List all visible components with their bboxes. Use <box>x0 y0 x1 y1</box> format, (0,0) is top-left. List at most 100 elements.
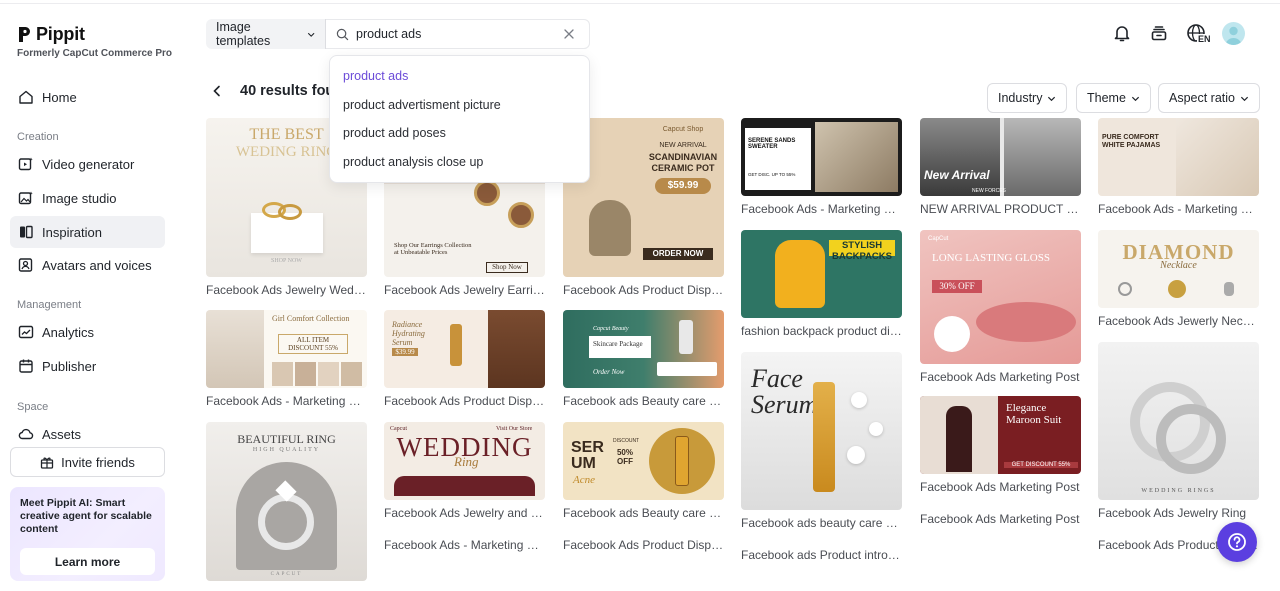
search-suggestions: product ads product advertisment picture… <box>329 55 590 183</box>
template-card[interactable]: CapCut LONG LASTING GLOSS 30% OFF Facebo… <box>920 230 1081 384</box>
search-category-select[interactable]: Image templates <box>206 19 326 49</box>
sidebar-item-label: Image studio <box>42 190 117 206</box>
template-caption: Facebook Ads Jewelry and Rings <box>384 506 545 520</box>
suggestion-item[interactable]: product advertisment picture <box>330 91 589 120</box>
template-caption: Facebook Ads Jewelry Ring <box>1098 506 1247 520</box>
layers-icon[interactable] <box>1149 23 1169 43</box>
language-switcher[interactable]: EN <box>1186 23 1212 47</box>
template-thumbnail: New Arrival NEW FORCES <box>920 118 1081 196</box>
calendar-icon <box>19 359 33 373</box>
brand-name: Pippit <box>36 24 85 44</box>
brand[interactable]: Pippit <box>17 24 85 45</box>
thumb-text: Capcut Beauty <box>593 326 629 332</box>
thumb-text: Acne <box>573 474 595 486</box>
earring-shape <box>474 180 500 206</box>
sidebar-item-assets[interactable]: Assets <box>10 418 165 450</box>
template-thumbnail: Face Serum <box>741 352 902 510</box>
template-caption: NEW ARRIVAL PRODUCT FASHION <box>920 202 1081 216</box>
home-icon <box>19 90 33 104</box>
template-thumbnail: CapCut LONG LASTING GLOSS 30% OFF <box>920 230 1081 364</box>
template-thumbnail: STYLISH BACKPACKS <box>741 230 902 318</box>
suggestion-item[interactable]: product add poses <box>330 119 589 148</box>
molecule-shape <box>847 446 865 464</box>
filter-aspect-ratio[interactable]: Aspect ratio <box>1158 83 1261 113</box>
necklace-shape <box>1224 282 1234 296</box>
sidebar-item-video-generator[interactable]: Video generator <box>10 148 165 180</box>
sidebar-item-avatars-voices[interactable]: Avatars and voices <box>10 249 165 281</box>
thumb-text: SERENE SANDS SWEATER <box>748 138 796 150</box>
thumb-text: New Arrival <box>924 168 990 182</box>
thumb-text: ALL ITEM DISCOUNT 55% <box>278 334 348 354</box>
invite-friends-label: Invite friends <box>61 454 135 470</box>
sidebar: Pippit Formerly CapCut Commerce Pro Home… <box>0 0 178 591</box>
earring-shape <box>508 202 534 228</box>
template-caption: Facebook ads Beauty care serum <box>563 506 724 520</box>
thumb-text: HIGH QUALITY <box>252 447 321 453</box>
thumb-text: GET DISCOUNT 55% <box>1004 462 1078 468</box>
sidebar-item-label: Video generator <box>42 156 135 172</box>
sidebar-item-home[interactable]: Home <box>10 81 165 113</box>
avatar[interactable] <box>1222 22 1245 45</box>
thumb-text: BEAUTIFUL RING <box>237 432 336 446</box>
sidebar-item-label: Analytics <box>42 324 95 340</box>
search-input[interactable] <box>356 27 556 41</box>
thumb-text: 30% OFF <box>932 280 982 293</box>
template-thumbnail: DIAMOND Necklace <box>1098 230 1259 308</box>
template-card[interactable]: Capcut Visit Our Store WEDDING Ring Face… <box>384 422 545 552</box>
sidebar-item-analytics[interactable]: Analytics <box>10 316 165 348</box>
necklace-shape <box>1168 280 1186 298</box>
sidebar-item-inspiration[interactable]: Inspiration <box>10 216 165 248</box>
suggestion-item[interactable]: product ads <box>330 62 589 91</box>
molecule-shape <box>851 392 867 408</box>
model-photo <box>1176 118 1259 196</box>
template-card[interactable]: Elegance Maroon Suit GET DISCOUNT 55% Fa… <box>920 396 1081 526</box>
thumb-text: NEW ARRIVAL <box>659 142 707 149</box>
bell-icon[interactable] <box>1112 23 1132 43</box>
search-category-label: Image templates <box>216 20 271 48</box>
thumb-text: CapCut <box>928 236 949 242</box>
sidebar-item-image-studio[interactable]: Image studio <box>10 182 165 214</box>
filter-theme[interactable]: Theme <box>1076 83 1151 113</box>
template-card[interactable]: WEDDING RINGS Facebook Ads Jewelry Ring … <box>1098 342 1259 552</box>
template-thumbnail: WEDDING RINGS <box>1098 342 1259 500</box>
sidebar-item-label: Assets <box>42 426 82 442</box>
template-card[interactable]: New Arrival NEW FORCES NEW ARRIVAL PRODU… <box>920 118 1081 216</box>
thumb-text: PURE COMFORT WHITE PAJAMAS <box>1102 134 1161 149</box>
template-card[interactable]: Radiance Hydrating Serum $39.99 Facebook… <box>384 310 545 408</box>
help-button[interactable] <box>1217 522 1257 562</box>
template-caption: Facebook Ads Product Display <box>563 283 724 297</box>
thumb-text: Girl Comfort Collection <box>272 314 350 323</box>
analytics-icon <box>18 325 34 339</box>
template-card[interactable]: STYLISH BACKPACKS fashion backpack produ… <box>741 230 902 338</box>
template-card[interactable]: DIAMOND Necklace Facebook Ads Jewerly Ne… <box>1098 230 1259 328</box>
clear-search-button[interactable] <box>563 28 575 40</box>
template-card[interactable]: PURE COMFORT WHITE PAJAMAS Facebook Ads … <box>1098 118 1259 216</box>
sidebar-item-publisher[interactable]: Publisher <box>10 350 165 382</box>
suggestion-item[interactable]: product analysis close up <box>330 148 589 177</box>
filter-label: Theme <box>1087 91 1126 105</box>
template-caption: Facebook Ads Jewelry Wedding Rings <box>206 283 367 297</box>
product-photo <box>1004 118 1081 196</box>
avatars-voices-icon <box>18 258 33 272</box>
section-label-space: Space <box>17 401 49 413</box>
product-photo <box>920 118 1000 196</box>
template-card[interactable]: SER UM Acne DISCOUNT 50% OFF Facebook ad… <box>563 422 724 552</box>
template-card[interactable]: Girl Comfort Collection ALL ITEM DISCOUN… <box>206 310 367 408</box>
template-card[interactable]: Face Serum Facebook ads beauty care seru… <box>741 352 902 562</box>
template-caption: fashion backpack product display <box>741 324 902 338</box>
vase-shape <box>589 200 631 256</box>
template-card[interactable]: BEAUTIFUL RING HIGH QUALITY CAPCUT <box>206 422 367 581</box>
back-arrow-icon[interactable] <box>210 84 224 98</box>
thumb-text: DISCOUNT <box>613 438 640 444</box>
learn-more-button[interactable]: Learn more <box>20 548 155 575</box>
template-card[interactable]: Capcut Beauty Skincare Package Order Now… <box>563 310 724 408</box>
search-icon <box>336 28 349 40</box>
template-card[interactable]: SERENE SANDS SWEATER GET DISC. UP TO 55%… <box>741 118 902 216</box>
thumb-text: Shop Our Earrings Collection at Unbeatab… <box>394 242 472 256</box>
invite-friends-button[interactable]: Invite friends <box>10 447 165 477</box>
model-photo <box>488 310 545 388</box>
filter-industry[interactable]: Industry <box>987 83 1068 113</box>
thumb-text: SHOP NOW <box>271 258 302 264</box>
section-label-management: Management <box>17 299 82 311</box>
filter-label: Aspect ratio <box>1169 91 1236 105</box>
